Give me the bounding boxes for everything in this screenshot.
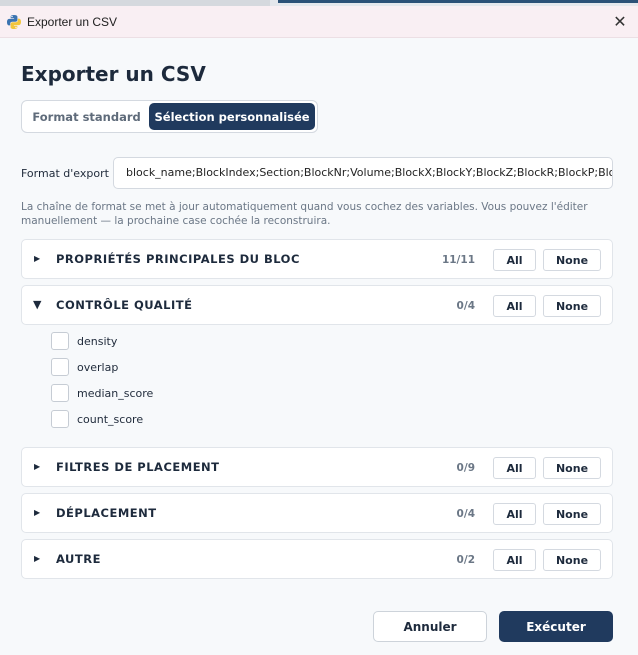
- select-none-button[interactable]: None: [543, 503, 601, 525]
- select-all-button[interactable]: All: [493, 295, 536, 317]
- tab-selection-personnalisee[interactable]: Sélection personnalisée: [149, 103, 315, 130]
- variable-label: overlap: [77, 361, 119, 374]
- select-all-button[interactable]: All: [493, 249, 536, 271]
- group-title: FILTRES DE PLACEMENT: [56, 460, 220, 474]
- expand-arrow-icon[interactable]: ▶: [34, 460, 46, 474]
- expand-arrow-icon[interactable]: ▶: [34, 506, 46, 520]
- selection-count: 0/4: [456, 300, 475, 312]
- format-input[interactable]: block_name;BlockIndex;Section;BlockNr;Vo…: [113, 157, 613, 189]
- select-none-button[interactable]: None: [543, 457, 601, 479]
- select-none-button[interactable]: None: [543, 549, 601, 571]
- selection-count: 11/11: [441, 254, 475, 266]
- select-none-button[interactable]: None: [543, 295, 601, 317]
- python-icon: [7, 15, 21, 29]
- format-mode-toggle: Format standard Sélection personnalisée: [21, 100, 318, 133]
- group-deplacement[interactable]: ▶ DÉPLACEMENT 0/4 All None: [21, 493, 613, 533]
- variable-label: count_score: [77, 413, 144, 426]
- collapse-arrow-icon[interactable]: ▼: [33, 298, 45, 312]
- group-autre[interactable]: ▶ AUTRE 0/2 All None: [21, 539, 613, 579]
- background-accent-bar: [278, 0, 638, 3]
- title-bar: Exporter un CSV ✕: [0, 6, 638, 38]
- group-controle-qualite[interactable]: ▼ CONTRÔLE QUALITÉ 0/4 All None: [21, 285, 613, 325]
- format-label: Format d'export: [21, 167, 109, 180]
- variable-label: median_score: [77, 387, 154, 400]
- select-all-button[interactable]: All: [493, 503, 536, 525]
- checkbox[interactable]: [51, 332, 69, 350]
- cancel-button[interactable]: Annuler: [373, 611, 487, 642]
- expand-arrow-icon[interactable]: ▶: [34, 252, 46, 266]
- execute-button[interactable]: Exécuter: [499, 611, 613, 642]
- variable-item-median-score[interactable]: median_score: [51, 384, 251, 404]
- selection-count: 0/4: [456, 508, 475, 520]
- selection-count: 0/9: [456, 462, 475, 474]
- group-filtres-placement[interactable]: ▶ FILTRES DE PLACEMENT 0/9 All None: [21, 447, 613, 487]
- variable-item-overlap[interactable]: overlap: [51, 358, 251, 378]
- group-title: DÉPLACEMENT: [56, 506, 157, 520]
- group-title: AUTRE: [56, 552, 101, 566]
- tab-format-standard[interactable]: Format standard: [24, 103, 149, 130]
- select-all-button[interactable]: All: [493, 549, 536, 571]
- selection-count: 0/2: [456, 554, 475, 566]
- window-title: Exporter un CSV: [27, 15, 118, 29]
- group-title: PROPRIÉTÉS PRINCIPALES DU BLOC: [56, 252, 300, 266]
- variable-item-density[interactable]: density: [51, 332, 251, 352]
- close-icon[interactable]: ✕: [610, 12, 630, 32]
- select-none-button[interactable]: None: [543, 249, 601, 271]
- select-all-button[interactable]: All: [493, 457, 536, 479]
- checkbox[interactable]: [51, 358, 69, 376]
- group-proprietes-principales[interactable]: ▶ PROPRIÉTÉS PRINCIPALES DU BLOC 11/11 A…: [21, 239, 613, 279]
- variable-item-count-score[interactable]: count_score: [51, 410, 251, 430]
- help-text: La chaîne de format se met à jour automa…: [21, 201, 588, 227]
- checkbox[interactable]: [51, 410, 69, 428]
- variable-label: density: [77, 335, 118, 348]
- expand-arrow-icon[interactable]: ▶: [34, 552, 46, 566]
- checkbox[interactable]: [51, 384, 69, 402]
- group-title: CONTRÔLE QUALITÉ: [56, 298, 193, 312]
- dialog-heading: Exporter un CSV: [21, 62, 206, 86]
